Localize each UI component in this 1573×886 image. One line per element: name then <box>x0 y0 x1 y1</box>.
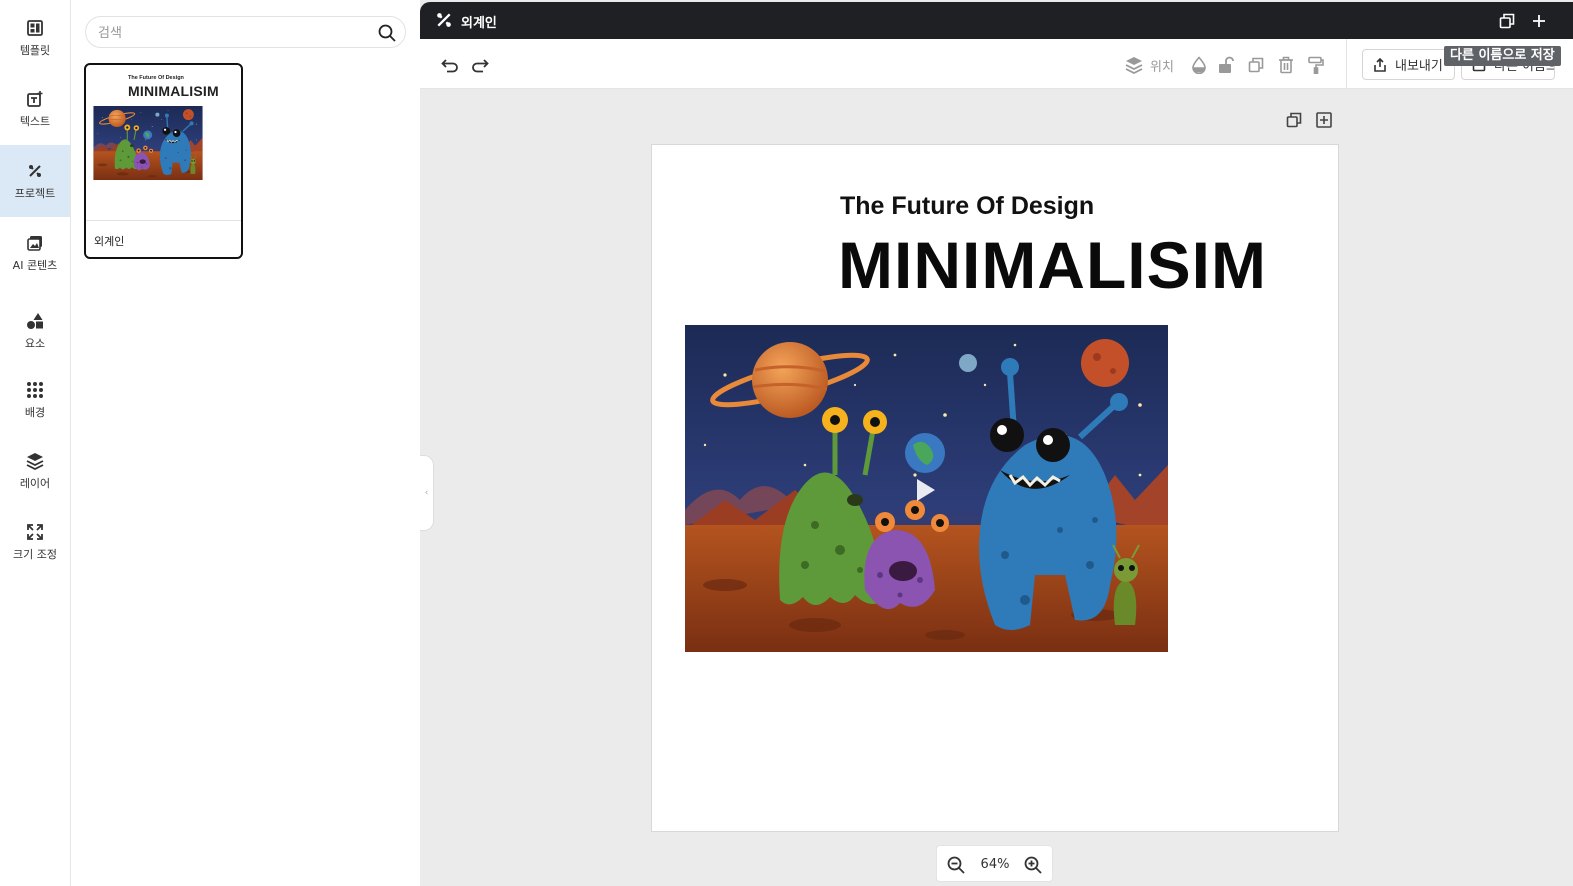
trash-icon[interactable] <box>1275 54 1297 76</box>
sidebar-item-label: 크기 조정 <box>13 548 57 561</box>
sidebar-item-resize[interactable]: 크기 조정 <box>0 506 70 578</box>
toolbar-divider <box>1346 39 1347 89</box>
export-icon <box>1373 57 1387 72</box>
thumbnail-subtitle: The Future Of Design <box>128 75 184 81</box>
sidebar-item-background[interactable]: 배경 <box>0 364 70 436</box>
chevron-left-icon: ‹ <box>424 488 429 498</box>
sidebar-item-label: AI 콘텐츠 <box>12 259 58 272</box>
resize-icon <box>25 522 45 542</box>
template-icon <box>25 18 45 38</box>
sidebar-item-label: 요소 <box>24 337 46 350</box>
save-as-tooltip: 다른 이름으로 저장 <box>1444 46 1561 66</box>
sidebar-item-label: 템플릿 <box>19 44 51 57</box>
project-card[interactable]: The Future Of Design MINIMALISIM 외계인 <box>84 63 243 259</box>
layers-icon <box>25 451 45 471</box>
search-box <box>85 16 406 48</box>
export-button[interactable]: 내보내기 <box>1362 49 1455 80</box>
project-name: 외계인 <box>94 235 125 248</box>
editor-toolbar: 위치 내보내기 다른 이름 <box>420 39 1573 89</box>
elements-icon <box>25 311 45 331</box>
editor-titlebar: 외계인 <box>420 2 1573 39</box>
background-grid-icon <box>25 380 45 400</box>
duplicate-window-button[interactable] <box>1497 11 1517 31</box>
canvas-alien-image[interactable] <box>685 325 1168 652</box>
text-add-icon <box>25 89 45 109</box>
position-label[interactable]: 위치 <box>1150 56 1174 75</box>
panel-collapse-handle[interactable]: ‹ <box>420 455 434 531</box>
search-input[interactable] <box>98 23 368 43</box>
unlock-icon[interactable] <box>1215 54 1237 76</box>
sidebar-item-label: 배경 <box>24 406 46 419</box>
search-icon[interactable] <box>377 23 397 43</box>
project-icon <box>25 161 45 181</box>
project-panel: The Future Of Design MINIMALISIM 외계인 <box>71 0 420 886</box>
sidebar-item-layers[interactable]: 레이어 <box>0 435 70 507</box>
sidebar-item-text[interactable]: 텍스트 <box>0 73 70 145</box>
duplicate-page-icon[interactable] <box>1284 110 1304 130</box>
app-root: 템플릿 텍스트 프로젝트 AI 콘텐츠 요소 배경 레이어 크기 조정 검색 T… <box>0 0 1573 886</box>
sidebar-item-ai-content[interactable]: AI 콘텐츠 <box>0 217 70 289</box>
document-title: 외계인 <box>461 16 497 31</box>
zoom-level: 64% <box>980 857 1010 872</box>
sidebar-item-label: 레이어 <box>19 477 51 490</box>
thumbnail-title: MINIMALISIM <box>128 83 219 99</box>
export-label: 내보내기 <box>1395 59 1443 74</box>
zoom-control: 64% <box>936 845 1053 882</box>
canvas-subtitle[interactable]: The Future Of Design <box>840 192 1094 221</box>
ai-content-icon <box>25 233 45 253</box>
sidebar-item-projects[interactable]: 프로젝트 <box>0 145 70 217</box>
opacity-icon[interactable] <box>1188 54 1210 76</box>
project-icon <box>436 12 454 30</box>
paint-roller-icon[interactable] <box>1305 54 1327 76</box>
duplicate-icon[interactable] <box>1245 54 1267 76</box>
sidebar-item-label: 텍스트 <box>19 115 51 128</box>
layers-icon[interactable] <box>1123 54 1145 76</box>
zoom-out-icon[interactable] <box>946 855 966 875</box>
sidebar-item-elements[interactable]: 요소 <box>0 295 70 367</box>
sidebar: 템플릿 텍스트 프로젝트 AI 콘텐츠 요소 배경 레이어 크기 조정 <box>0 0 71 886</box>
redo-button[interactable] <box>469 54 491 76</box>
project-thumbnail: The Future Of Design MINIMALISIM <box>86 65 241 221</box>
sidebar-item-label: 프로젝트 <box>14 187 56 200</box>
sidebar-item-templates[interactable]: 템플릿 <box>0 2 70 74</box>
add-page-icon[interactable] <box>1314 110 1334 130</box>
zoom-in-icon[interactable] <box>1023 855 1043 875</box>
editor: 외계인 위치 내보내기 다른 이름 다른 이름으로 저장 The Future … <box>420 0 1573 886</box>
canvas-title[interactable]: MINIMALISIM <box>838 225 1267 305</box>
thumbnail-image <box>93 106 203 180</box>
design-canvas[interactable]: The Future Of Design MINIMALISIM <box>651 144 1339 832</box>
undo-button[interactable] <box>439 54 461 76</box>
add-page-button[interactable] <box>1529 11 1549 31</box>
